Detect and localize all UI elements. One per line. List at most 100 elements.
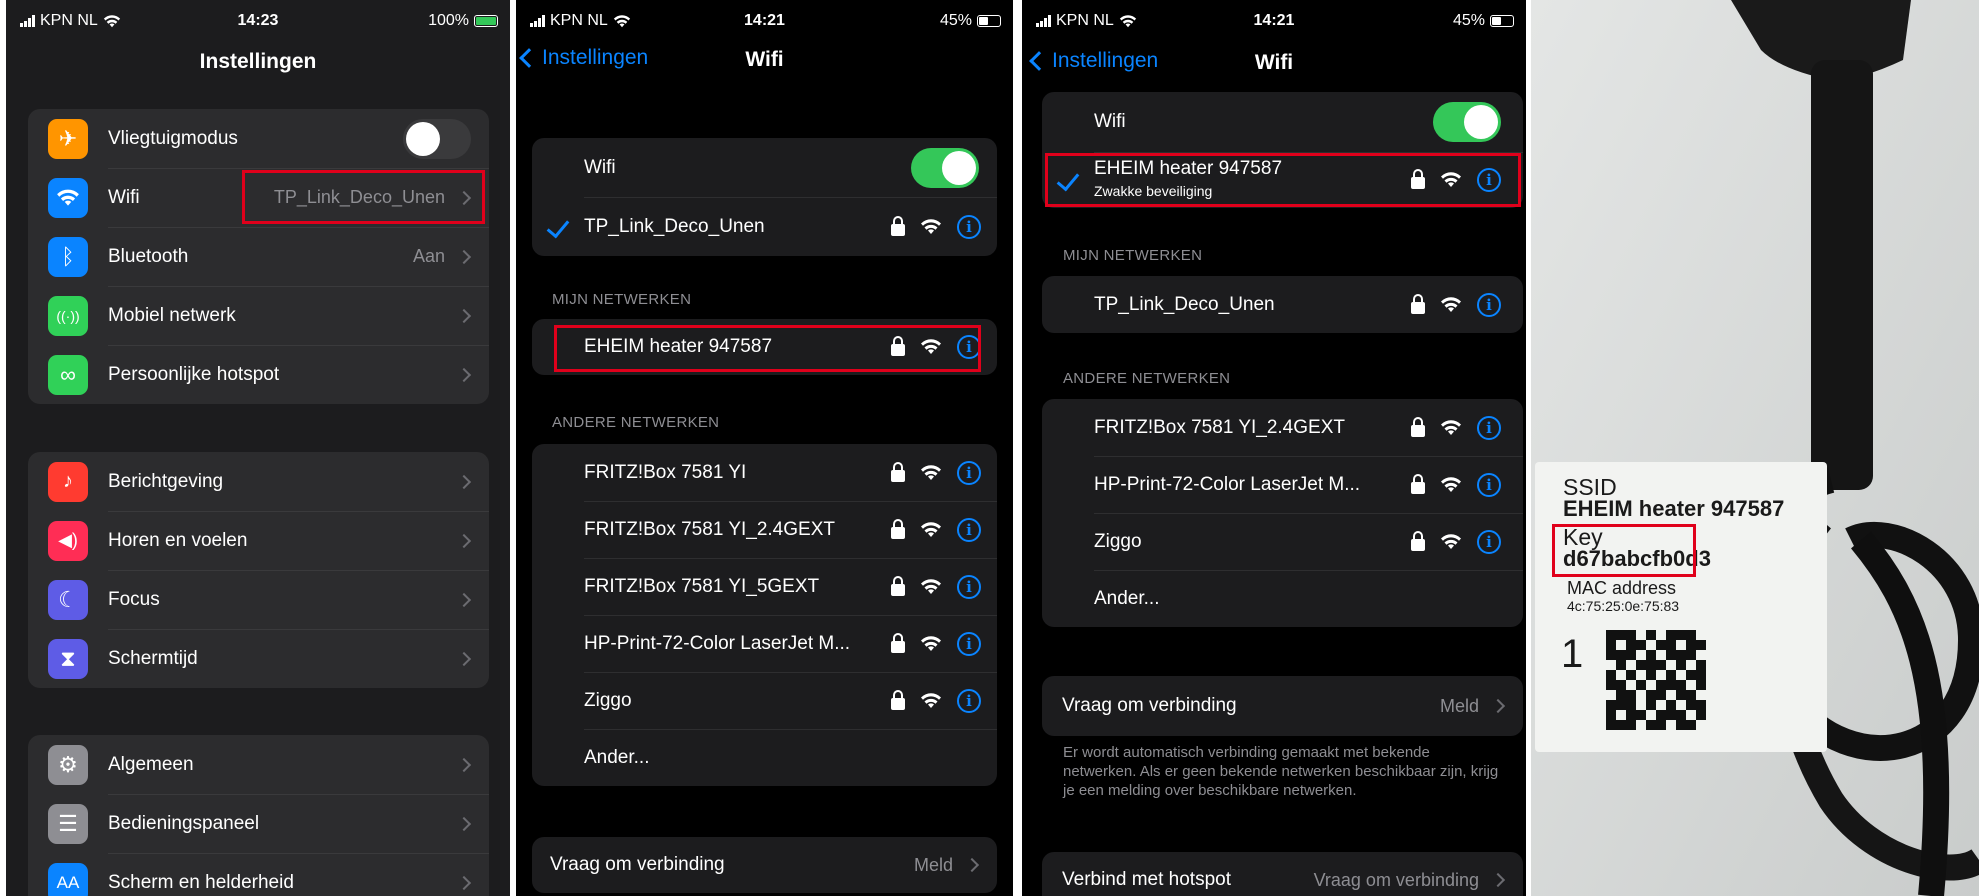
highlight-box [242,170,485,224]
row-label: Scherm en helderheid [108,871,294,893]
lock-icon [891,461,905,482]
network-row[interactable]: HP-Print-72-Color LaserJet M... i [532,615,997,672]
chevron-right-icon [456,249,472,264]
other-network-row[interactable]: Ander... [532,729,997,786]
highlight-box [1552,524,1696,577]
wifi-signal-icon [921,635,941,651]
antenna-icon: ((·)) [48,295,88,336]
chevron-right-icon [456,757,472,772]
info-icon[interactable]: i [1477,472,1501,497]
hotspot-group: Verbind met hotspot Vraag om verbinding [1042,852,1523,896]
network-row[interactable]: FRITZ!Box 7581 YI_2.4GEXT i [532,501,997,558]
wifi-toggle[interactable] [1433,102,1501,142]
network-name: Ziggo [1094,530,1142,552]
network-row[interactable]: FRITZ!Box 7581 YI_5GEXT i [532,558,997,615]
other-network-row[interactable]: Ander... [1042,570,1523,627]
info-icon[interactable]: i [1477,415,1501,440]
lock-icon [1411,473,1425,494]
hotspot-label: Verbind met hotspot [1062,869,1231,890]
lock-icon [891,689,905,710]
bluetooth-icon: ᛒ [48,236,88,277]
network-row[interactable]: FRITZ!Box 7581 YI i [532,444,997,501]
label-sticker: SSID EHEIM heater 947587 Key d67babcfb0d… [1535,462,1827,752]
network-icons: i [891,214,981,239]
wifi-label: Wifi [1094,111,1126,132]
general-group: ⚙ Algemeen ☰ Bedieningspaneel AA Scherm … [28,735,489,896]
row-label: Bluetooth [108,245,189,267]
info-icon[interactable]: i [957,631,981,656]
airplane-toggle[interactable] [403,118,471,159]
network-row[interactable]: TP_Link_Deco_Unen i [1042,276,1523,333]
row-general[interactable]: ⚙ Algemeen [28,735,489,794]
lock-icon [891,632,905,653]
network-icons: i [1411,415,1501,440]
row-bluetooth[interactable]: ᛒ Bluetooth Aan [28,227,489,286]
chevron-right-icon [456,474,472,489]
row-sounds[interactable]: ◀) Horen en voelen [28,511,489,570]
notifications-group: ♪ Berichtgeving ◀) Horen en voelen ☾ Foc… [28,452,489,688]
network-icons: i [1411,472,1501,497]
info-icon[interactable]: i [957,574,981,599]
info-icon[interactable]: i [957,688,981,713]
section-header: ANDERE NETWERKEN [1063,370,1231,387]
battery-icon [474,15,498,27]
network-row[interactable]: HP-Print-72-Color LaserJet M... i [1042,456,1523,513]
network-row[interactable]: FRITZ!Box 7581 YI_2.4GEXT i [1042,399,1523,456]
status-bar: KPN NL 14:21 45% [1022,6,1526,34]
row-focus[interactable]: ☾ Focus [28,570,489,629]
wifi-main-group: Wifi TP_Link_Deco_Unen i [532,138,997,256]
row-mobile-network[interactable]: ((·)) Mobiel netwerk [28,286,489,345]
chevron-right-icon [964,857,980,873]
row-control-center[interactable]: ☰ Bedieningspaneel [28,794,489,853]
row-label: Mobiel netwerk [108,304,236,326]
row-display[interactable]: AA Scherm en helderheid [28,853,489,896]
wifi-toggle[interactable] [911,147,979,188]
info-icon[interactable]: i [957,460,981,485]
network-row[interactable]: Ziggo i [1042,513,1523,570]
airplane-icon: ✈ [48,118,88,159]
info-icon[interactable]: i [1477,292,1501,317]
info-icon[interactable]: i [957,517,981,542]
other-networks-group: FRITZ!Box 7581 YI i FRITZ!Box 7581 YI_2.… [532,444,997,786]
bell-icon: ♪ [48,461,88,502]
section-header: ANDERE NETWERKEN [552,414,720,431]
row-label: Algemeen [108,753,194,775]
page-title: Instellingen [199,50,317,73]
info-icon[interactable]: i [1477,529,1501,554]
wifi-signal-icon [921,578,941,594]
network-icons: i [891,460,981,485]
status-bar: KPN NL 14:21 45% [516,6,1013,34]
ask-to-join-group: Vraag om verbinding Meld [1042,676,1523,736]
network-row[interactable]: Ziggo i [532,672,997,729]
mac-value: 4c:75:25:0e:75:83 [1567,598,1680,614]
network-icons: i [891,688,981,713]
row-airplane-mode[interactable]: ✈ Vliegtuigmodus [28,109,489,168]
chevron-right-icon [456,651,472,666]
row-screen-time[interactable]: ⧗ Schermtijd [28,629,489,688]
row-connected-network[interactable]: TP_Link_Deco_Unen i [532,197,997,256]
wifi-signal-icon [1441,476,1461,492]
wifi-icon [48,177,88,218]
page-title: Wifi [1254,51,1294,74]
network-name: FRITZ!Box 7581 YI_5GEXT [584,575,820,597]
info-icon[interactable]: i [957,214,981,239]
other-networks-group: FRITZ!Box 7581 YI_2.4GEXT i HP-Print-72-… [1042,399,1523,627]
row-ask-to-join[interactable]: Vraag om verbinding Meld [1042,676,1523,736]
clock: 14:21 [744,12,785,29]
network-name: FRITZ!Box 7581 YI_2.4GEXT [584,518,835,540]
row-label: Bedieningspaneel [108,812,260,834]
row-wifi-toggle: Wifi [1042,92,1523,152]
row-notifications[interactable]: ♪ Berichtgeving [28,452,489,511]
wifi-label: Wifi [584,156,616,178]
network-name: HP-Print-72-Color LaserJet M... [584,632,851,654]
row-hotspot[interactable]: ∞ Persoonlijke hotspot [28,345,489,404]
row-ask-to-join[interactable]: Vraag om verbinding Meld [532,837,997,893]
section-header: MIJN NETWERKEN [552,291,692,308]
battery-percent: 45% [1452,12,1485,29]
wifi-signal-icon [921,464,941,480]
ask-value: Meld [913,854,953,875]
network-name: TP_Link_Deco_Unen [584,215,765,237]
lock-icon [1411,416,1425,437]
bluetooth-value: Aan [412,246,445,266]
row-auto-hotspot[interactable]: Verbind met hotspot Vraag om verbinding [1042,852,1523,896]
